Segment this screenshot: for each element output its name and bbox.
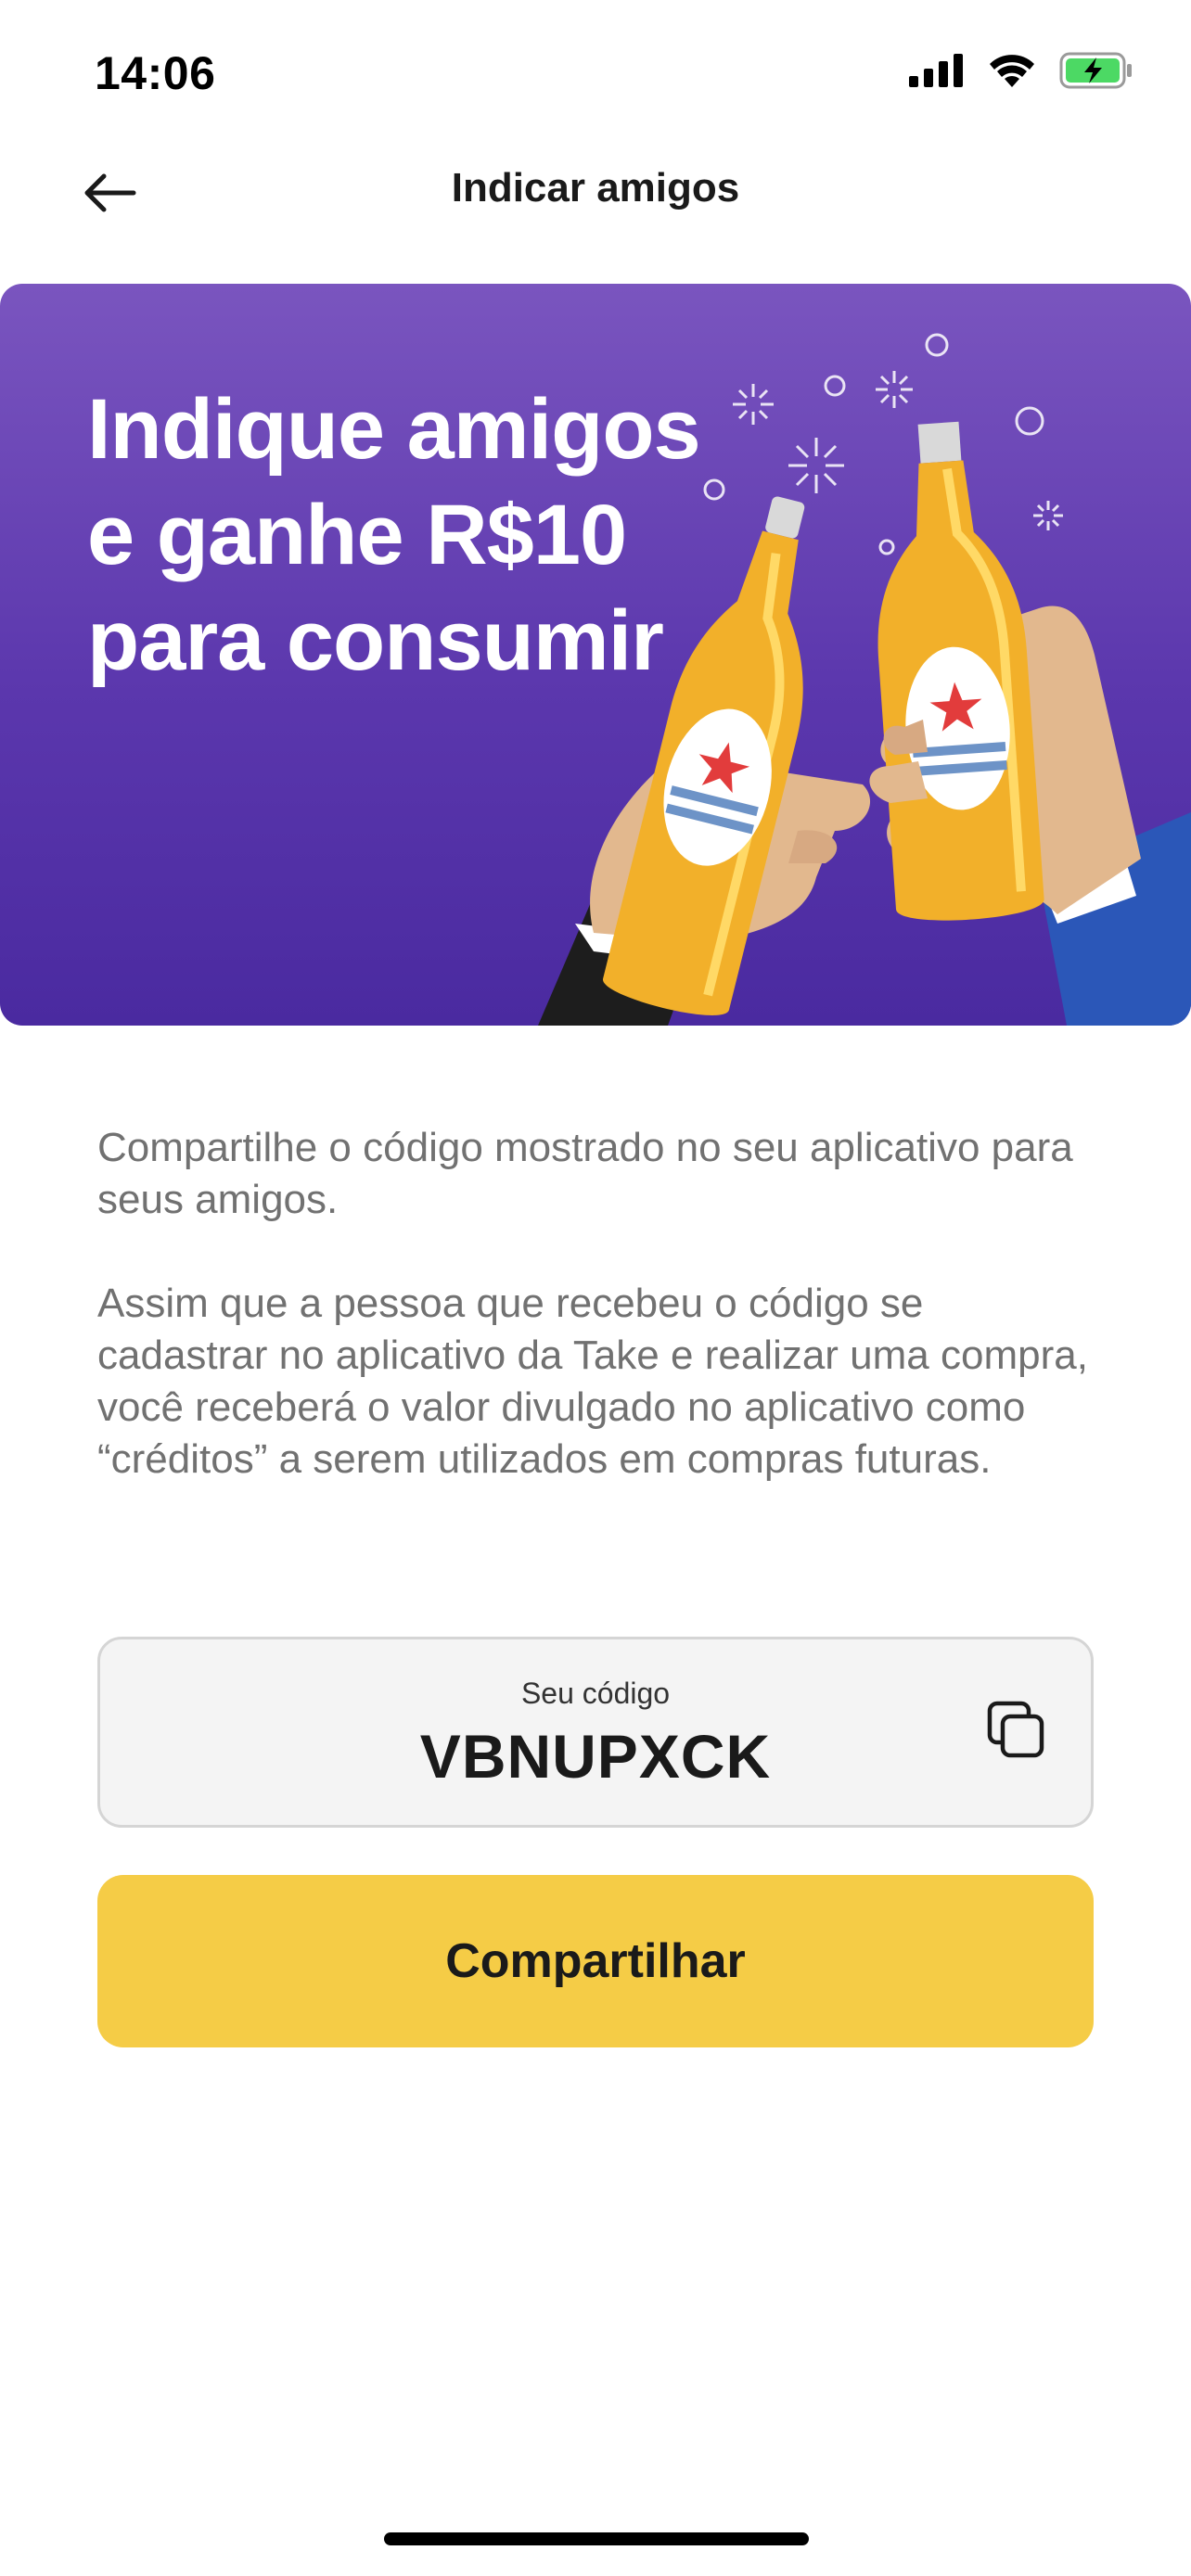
banner-headline-line-3: para consumir [87,593,664,688]
copy-icon [984,1698,1049,1767]
share-button[interactable]: Compartilhar [97,1875,1094,2047]
signal-icon [909,54,965,92]
instructions-paragraph-1: Compartilhe o código mostrado no seu apl… [97,1125,1073,1222]
promo-banner: Indique amigos e ganhe R$10 para consumi… [0,284,1191,1026]
banner-headline-line-1: Indique amigos [87,382,701,477]
instructions-paragraph-2: Assim que a pessoa que recebeu o código … [97,1281,1088,1482]
status-bar: 14:06 [0,0,1191,139]
status-icons [909,52,1133,94]
nav-header: Indicar amigos [0,139,1191,250]
home-indicator [384,2532,809,2545]
referral-code-box: Seu código VBNUPXCK [97,1637,1094,1828]
referral-screen: 14:06 Indicar amigos Indique amigos e ga… [0,0,1191,2576]
banner-headline-line-2: e ganhe R$10 [87,488,627,582]
page-title: Indicar amigos [451,165,740,210]
status-time: 14:06 [95,47,216,99]
banner-headline: Indique amigos e ganhe R$10 para consumi… [87,376,755,694]
referral-code-value: VBNUPXCK [419,1722,772,1791]
copy-code-button[interactable] [980,1695,1054,1769]
wifi-icon [987,52,1037,94]
instructions-text: Compartilhe o código mostrado no seu apl… [97,1122,1099,1486]
referral-code-label: Seu código [520,1677,671,1710]
battery-charging-icon [1059,52,1133,94]
